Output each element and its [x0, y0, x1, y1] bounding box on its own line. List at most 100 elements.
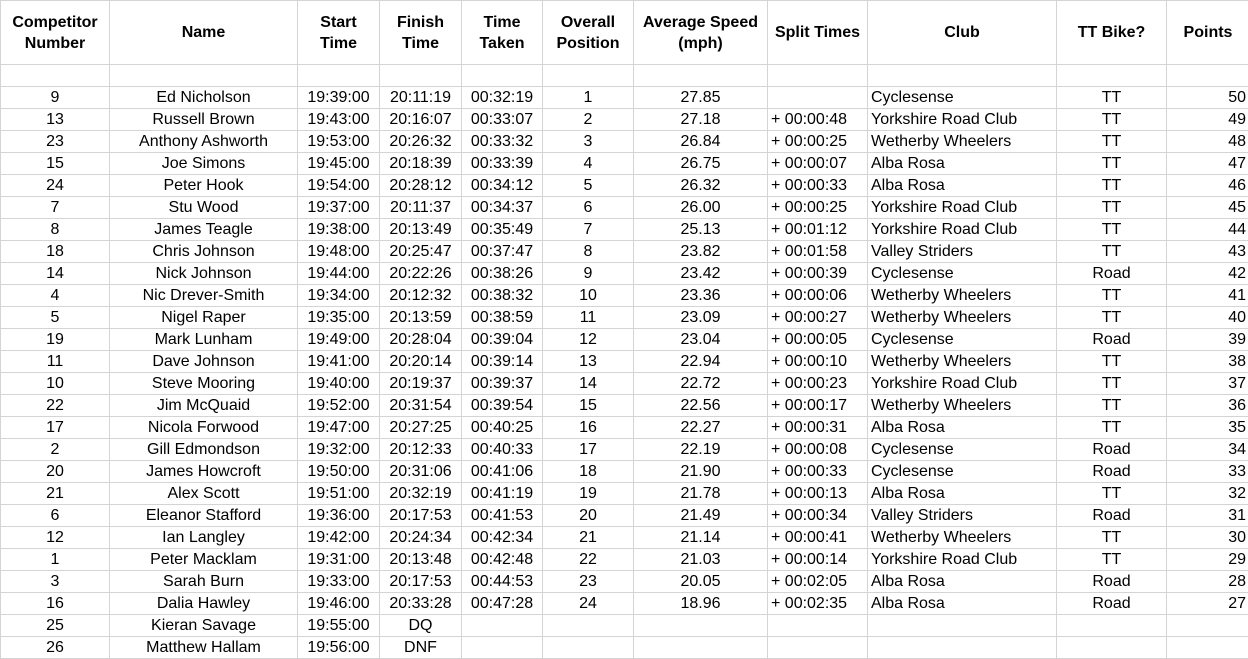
cell-name[interactable]: Mark Lunham — [109, 328, 298, 351]
empty-cell[interactable] — [0, 64, 110, 87]
cell-club[interactable]: Yorkshire Road Club — [867, 108, 1057, 131]
cell-start-time[interactable]: 19:38:00 — [297, 218, 380, 241]
cell-overall-position[interactable]: 8 — [542, 240, 634, 263]
cell-competitor-number[interactable]: 9 — [0, 86, 110, 109]
cell-tt-bike[interactable]: Road — [1056, 570, 1167, 593]
cell-competitor-number[interactable]: 16 — [0, 592, 110, 615]
empty-cell[interactable] — [297, 64, 380, 87]
cell-points[interactable]: 50 — [1166, 86, 1248, 109]
cell-overall-position[interactable]: 2 — [542, 108, 634, 131]
cell-finish-time[interactable]: 20:11:37 — [379, 196, 462, 219]
cell-overall-position[interactable]: 5 — [542, 174, 634, 197]
cell-time-taken[interactable]: 00:34:37 — [461, 196, 543, 219]
cell-points[interactable]: 43 — [1166, 240, 1248, 263]
cell-start-time[interactable]: 19:54:00 — [297, 174, 380, 197]
cell-competitor-number[interactable]: 4 — [0, 284, 110, 307]
cell-competitor-number[interactable]: 23 — [0, 130, 110, 153]
cell-name[interactable]: Ed Nicholson — [109, 86, 298, 109]
cell-time-taken[interactable]: 00:41:53 — [461, 504, 543, 527]
cell-finish-time[interactable]: 20:19:37 — [379, 372, 462, 395]
header-points[interactable]: Points — [1166, 0, 1248, 65]
cell-start-time[interactable]: 19:35:00 — [297, 306, 380, 329]
cell-split-time[interactable]: + 00:00:17 — [767, 394, 868, 417]
cell-points[interactable]: 29 — [1166, 548, 1248, 571]
cell-time-taken[interactable] — [461, 614, 543, 637]
cell-finish-time[interactable]: 20:13:59 — [379, 306, 462, 329]
cell-finish-time[interactable]: 20:27:25 — [379, 416, 462, 439]
cell-average-speed[interactable]: 23.09 — [633, 306, 768, 329]
cell-split-time[interactable]: + 00:02:35 — [767, 592, 868, 615]
cell-split-time[interactable]: + 00:00:33 — [767, 174, 868, 197]
cell-average-speed[interactable] — [633, 614, 768, 637]
cell-time-taken[interactable]: 00:33:32 — [461, 130, 543, 153]
cell-name[interactable]: James Teagle — [109, 218, 298, 241]
cell-name[interactable]: Jim McQuaid — [109, 394, 298, 417]
cell-start-time[interactable]: 19:40:00 — [297, 372, 380, 395]
cell-tt-bike[interactable]: TT — [1056, 482, 1167, 505]
cell-competitor-number[interactable]: 1 — [0, 548, 110, 571]
cell-split-time[interactable]: + 00:01:12 — [767, 218, 868, 241]
cell-split-time[interactable]: + 00:00:08 — [767, 438, 868, 461]
cell-club[interactable]: Yorkshire Road Club — [867, 196, 1057, 219]
cell-club[interactable]: Alba Rosa — [867, 416, 1057, 439]
cell-average-speed[interactable]: 27.18 — [633, 108, 768, 131]
cell-name[interactable]: Nigel Raper — [109, 306, 298, 329]
cell-competitor-number[interactable]: 10 — [0, 372, 110, 395]
cell-club[interactable]: Cyclesense — [867, 328, 1057, 351]
cell-finish-time[interactable]: DNF — [379, 636, 462, 659]
cell-club[interactable]: Wetherby Wheelers — [867, 350, 1057, 373]
cell-overall-position[interactable] — [542, 614, 634, 637]
cell-finish-time[interactable]: 20:18:39 — [379, 152, 462, 175]
cell-split-time[interactable]: + 00:00:25 — [767, 130, 868, 153]
cell-start-time[interactable]: 19:41:00 — [297, 350, 380, 373]
empty-cell[interactable] — [109, 64, 298, 87]
cell-overall-position[interactable]: 24 — [542, 592, 634, 615]
header-split-times[interactable]: Split Times — [767, 0, 868, 65]
cell-name[interactable]: Dalia Hawley — [109, 592, 298, 615]
cell-finish-time[interactable]: 20:32:19 — [379, 482, 462, 505]
cell-average-speed[interactable]: 20.05 — [633, 570, 768, 593]
cell-split-time[interactable]: + 00:00:25 — [767, 196, 868, 219]
cell-split-time[interactable]: + 00:01:58 — [767, 240, 868, 263]
cell-tt-bike[interactable]: TT — [1056, 372, 1167, 395]
cell-points[interactable]: 38 — [1166, 350, 1248, 373]
cell-points[interactable]: 49 — [1166, 108, 1248, 131]
cell-tt-bike[interactable]: TT — [1056, 108, 1167, 131]
cell-tt-bike[interactable]: TT — [1056, 284, 1167, 307]
cell-competitor-number[interactable]: 11 — [0, 350, 110, 373]
cell-overall-position[interactable]: 18 — [542, 460, 634, 483]
cell-average-speed[interactable]: 22.72 — [633, 372, 768, 395]
cell-average-speed[interactable]: 21.90 — [633, 460, 768, 483]
cell-club[interactable]: Yorkshire Road Club — [867, 218, 1057, 241]
cell-time-taken[interactable]: 00:40:33 — [461, 438, 543, 461]
cell-competitor-number[interactable]: 14 — [0, 262, 110, 285]
cell-competitor-number[interactable]: 8 — [0, 218, 110, 241]
cell-club[interactable]: Valley Striders — [867, 240, 1057, 263]
cell-name[interactable]: Steve Mooring — [109, 372, 298, 395]
cell-tt-bike[interactable]: Road — [1056, 504, 1167, 527]
cell-average-speed[interactable]: 26.00 — [633, 196, 768, 219]
cell-overall-position[interactable]: 1 — [542, 86, 634, 109]
cell-finish-time[interactable]: 20:17:53 — [379, 504, 462, 527]
cell-name[interactable]: Peter Hook — [109, 174, 298, 197]
cell-tt-bike[interactable]: TT — [1056, 526, 1167, 549]
cell-split-time[interactable]: + 00:00:14 — [767, 548, 868, 571]
cell-points[interactable]: 33 — [1166, 460, 1248, 483]
header-tt-bike[interactable]: TT Bike? — [1056, 0, 1167, 65]
cell-start-time[interactable]: 19:53:00 — [297, 130, 380, 153]
cell-tt-bike[interactable]: TT — [1056, 130, 1167, 153]
cell-time-taken[interactable] — [461, 636, 543, 659]
cell-finish-time[interactable]: 20:31:54 — [379, 394, 462, 417]
cell-points[interactable]: 31 — [1166, 504, 1248, 527]
cell-finish-time[interactable]: 20:25:47 — [379, 240, 462, 263]
cell-competitor-number[interactable]: 7 — [0, 196, 110, 219]
cell-split-time[interactable] — [767, 614, 868, 637]
cell-points[interactable]: 34 — [1166, 438, 1248, 461]
cell-time-taken[interactable]: 00:41:06 — [461, 460, 543, 483]
cell-average-speed[interactable]: 22.94 — [633, 350, 768, 373]
cell-time-taken[interactable]: 00:42:48 — [461, 548, 543, 571]
cell-start-time[interactable]: 19:43:00 — [297, 108, 380, 131]
cell-club[interactable]: Alba Rosa — [867, 482, 1057, 505]
empty-cell[interactable] — [1056, 64, 1167, 87]
cell-split-time[interactable]: + 00:00:39 — [767, 262, 868, 285]
